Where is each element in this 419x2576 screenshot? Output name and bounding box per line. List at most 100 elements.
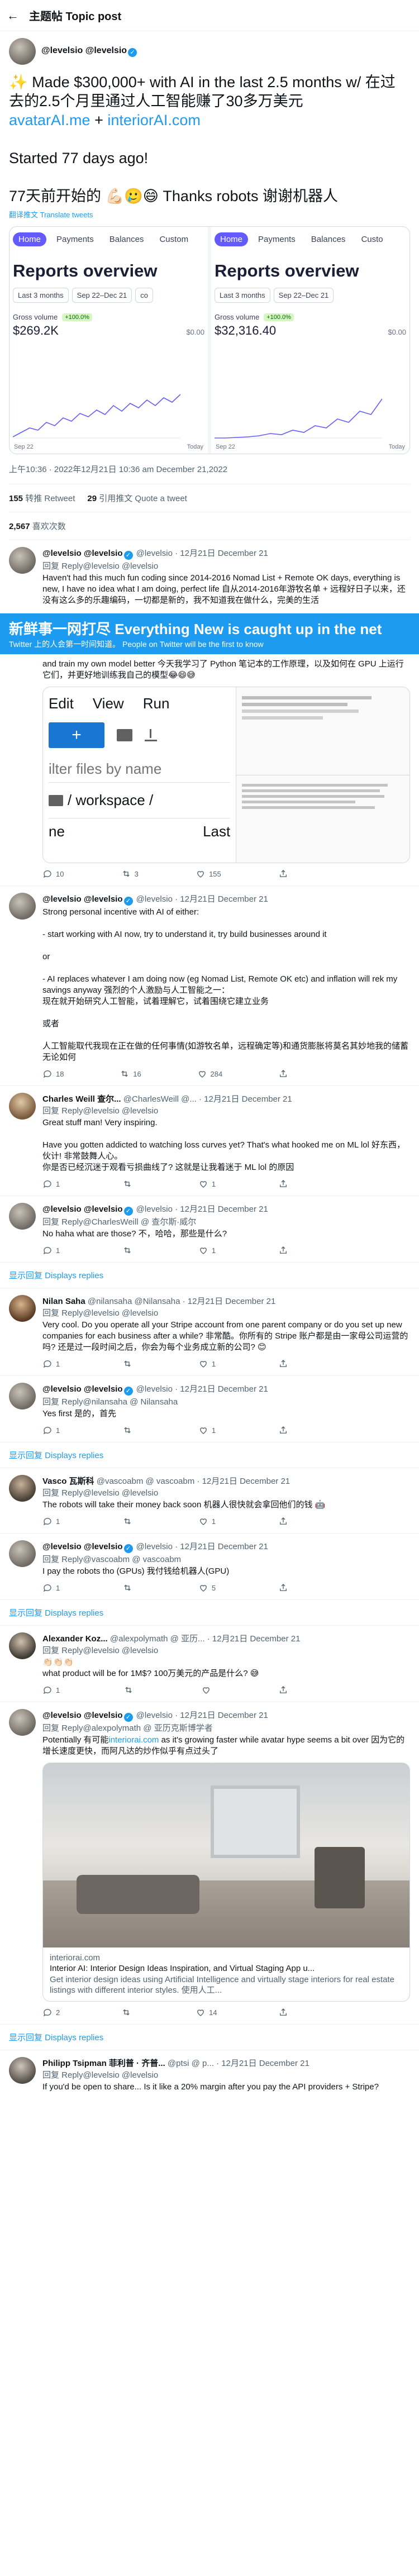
link-preview-card[interactable]: interiorai.com Interior AI: Interior Des… <box>42 1763 410 2002</box>
like-action[interactable]: 1 <box>198 1516 216 1526</box>
avatar[interactable] <box>9 547 36 574</box>
reply-to[interactable]: 回复 Reply@nilansaha @ Nilansaha <box>42 1396 410 1407</box>
share-action[interactable] <box>278 2007 288 2017</box>
avatar[interactable] <box>9 1093 36 1120</box>
show-replies-link[interactable]: 显示回复 Displays replies <box>0 2025 419 2050</box>
like-action[interactable]: 1 <box>198 1425 216 1435</box>
reply-to[interactable]: 回复 Reply@levelsio @levelsio <box>42 2069 410 2080</box>
interiorai-link[interactable]: interiorai.com <box>108 1735 159 1745</box>
show-replies-link[interactable]: 显示回复 Displays replies <box>0 1263 419 1288</box>
reply-image-grid[interactable]: Edit View Run + ilter files by name / wo… <box>42 687 410 863</box>
share-action[interactable] <box>278 1245 288 1255</box>
reply-to[interactable]: 回复 Reply@CharlesWeill @ 查尔斯·威尔 <box>42 1216 410 1227</box>
reply-author-name[interactable]: @levelsio @levelsio <box>42 894 123 904</box>
reply-tweet[interactable]: Vasco 瓦斯科 @vascoabm @ vascoabm · 12月21日 … <box>0 1468 419 1534</box>
reply-tweet[interactable]: Nilan Saha @nilansaha @Nilansaha · 12月21… <box>0 1288 419 1376</box>
stripe-screenshots[interactable]: Home Payments Balances Custom Reports ov… <box>9 226 410 454</box>
retweet-action[interactable] <box>122 1516 136 1526</box>
avatar[interactable] <box>9 1295 36 1322</box>
share-action[interactable] <box>278 869 288 879</box>
reply-action[interactable]: 1 <box>42 1179 60 1189</box>
like-action[interactable]: 1 <box>198 1179 216 1189</box>
avatar[interactable] <box>9 893 36 920</box>
avatarai-link[interactable]: avatarAI.me <box>9 112 91 128</box>
reply-tweet[interactable]: @levelsio @levelsio ✓ @levelsio · 12月21日 … <box>0 1376 419 1442</box>
reply-tweet[interactable]: @levelsio @levelsio ✓ @levelsio · 12月21日 … <box>0 1702 419 2025</box>
retweet-action[interactable] <box>121 2007 135 2017</box>
retweet-action[interactable] <box>122 1245 136 1255</box>
share-action[interactable] <box>278 1425 288 1435</box>
retweet-action[interactable] <box>122 1179 136 1189</box>
reply-action[interactable]: 1 <box>42 1425 60 1435</box>
reply-to[interactable]: 回复 Reply@levelsio @levelsio <box>42 1307 410 1318</box>
like-action[interactable]: 14 <box>196 2007 217 2017</box>
share-action[interactable] <box>278 1359 288 1369</box>
like-action[interactable] <box>201 1685 215 1695</box>
quote-count[interactable]: 29 引用推文 Quote a tweet <box>87 492 187 504</box>
like-count[interactable]: 2,567 喜欢次数 <box>9 520 66 532</box>
share-action[interactable] <box>278 1685 288 1695</box>
reply-author-name[interactable]: Philipp Tsipman 菲利普 · 齐普... <box>42 2059 165 2068</box>
retweet-action[interactable]: 3 <box>121 869 139 879</box>
share-action[interactable] <box>278 1583 288 1593</box>
like-action[interactable]: 155 <box>196 869 221 879</box>
like-action[interactable]: 5 <box>198 1583 216 1593</box>
avatar[interactable] <box>9 1203 36 1230</box>
reply-action[interactable]: 2 <box>42 2007 60 2017</box>
like-action[interactable]: 1 <box>198 1245 216 1255</box>
share-action[interactable] <box>278 1179 288 1189</box>
reply-author-name[interactable]: Nilan Saha <box>42 1297 85 1306</box>
back-arrow-icon[interactable]: ← <box>7 8 29 23</box>
retweet-action[interactable] <box>123 1685 137 1695</box>
interiorai-link[interactable]: interiorAI.com <box>107 112 201 128</box>
avatar[interactable] <box>9 1709 36 1736</box>
reply-author-name[interactable]: @levelsio @levelsio <box>42 549 123 558</box>
reply-author-name[interactable]: @levelsio @levelsio <box>42 1542 123 1551</box>
reply-author-name[interactable]: Alexander Koz... <box>42 1634 108 1644</box>
reply-action[interactable]: 18 <box>42 1069 64 1079</box>
show-replies-link[interactable]: 显示回复 Displays replies <box>0 1600 419 1626</box>
reply-to[interactable]: 回复 Reply@levelsio @levelsio <box>42 1644 410 1656</box>
show-replies-link[interactable]: 显示回复 Displays replies <box>0 1442 419 1468</box>
avatar[interactable] <box>9 1632 36 1659</box>
like-action[interactable]: 1 <box>198 1359 216 1369</box>
retweet-action[interactable] <box>122 1425 136 1435</box>
avatar[interactable] <box>9 1475 36 1502</box>
reply-action[interactable]: 10 <box>42 869 64 879</box>
avatar[interactable] <box>9 2057 36 2084</box>
reply-tweet-continued[interactable]: and train my own model better 今天我学习了 Pyt… <box>0 654 419 886</box>
translate-link[interactable]: 翻译推文 Translate tweets <box>9 209 410 220</box>
avatar[interactable] <box>9 1540 36 1567</box>
like-action[interactable]: 284 <box>197 1069 222 1079</box>
tweet-timestamp[interactable]: 上午10:36 · 2022年12月21日 10:36 am December … <box>9 454 410 484</box>
reply-author-name[interactable]: Charles Weill 查尔... <box>42 1094 121 1104</box>
reply-to[interactable]: 回复 Reply@levelsio @levelsio <box>42 1104 410 1116</box>
reply-tweet[interactable]: Philipp Tsipman 菲利普 · 齐普... @ptsi @ p...… <box>0 2050 419 2099</box>
reply-author-name[interactable]: @levelsio @levelsio <box>42 1711 123 1720</box>
reply-to[interactable]: 回复 Reply@levelsio @levelsio <box>42 1487 410 1498</box>
avatar[interactable] <box>9 38 36 65</box>
reply-tweet[interactable]: Alexander Koz... @alexpolymath @ 亚历... ·… <box>0 1626 419 1702</box>
reply-action[interactable]: 1 <box>42 1516 60 1526</box>
reply-author-name[interactable]: @levelsio @levelsio <box>42 1204 123 1214</box>
share-action[interactable] <box>278 1516 288 1526</box>
twitter-signup-banner[interactable]: 新鲜事一网打尽 Everything New is caught up in t… <box>0 613 419 654</box>
reply-to[interactable]: 回复 Reply@alexpolymath @ 亚历克斯博学者 <box>42 1722 410 1734</box>
reply-author-name[interactable]: Vasco 瓦斯科 <box>42 1477 94 1486</box>
reply-action[interactable]: 1 <box>42 1245 60 1255</box>
reply-action[interactable]: 1 <box>42 1359 60 1369</box>
author-name[interactable]: @levelsio @levelsio <box>41 46 127 55</box>
reply-action[interactable]: 1 <box>42 1685 60 1695</box>
reply-author-name[interactable]: @levelsio @levelsio <box>42 1384 123 1394</box>
reply-tweet[interactable]: @levelsio @levelsio ✓ @levelsio · 12月21日 … <box>0 886 419 1086</box>
reply-tweet[interactable]: @levelsio @levelsio ✓ @levelsio · 12月21日 … <box>0 1534 419 1600</box>
share-action[interactable] <box>278 1069 288 1079</box>
retweet-action[interactable] <box>122 1359 136 1369</box>
reply-to[interactable]: 回复 Reply@levelsio @levelsio <box>42 560 410 572</box>
reply-tweet[interactable]: @levelsio @levelsio ✓ @levelsio · 12月21日 … <box>0 540 419 613</box>
reply-tweet[interactable]: Charles Weill 查尔... @CharlesWeill @... ·… <box>0 1086 419 1196</box>
reply-tweet[interactable]: @levelsio @levelsio ✓ @levelsio · 12月21日 … <box>0 1196 419 1263</box>
retweet-count[interactable]: 155 转推 Retweet <box>9 492 75 504</box>
retweet-action[interactable] <box>122 1583 136 1593</box>
retweet-action[interactable]: 16 <box>120 1069 141 1079</box>
